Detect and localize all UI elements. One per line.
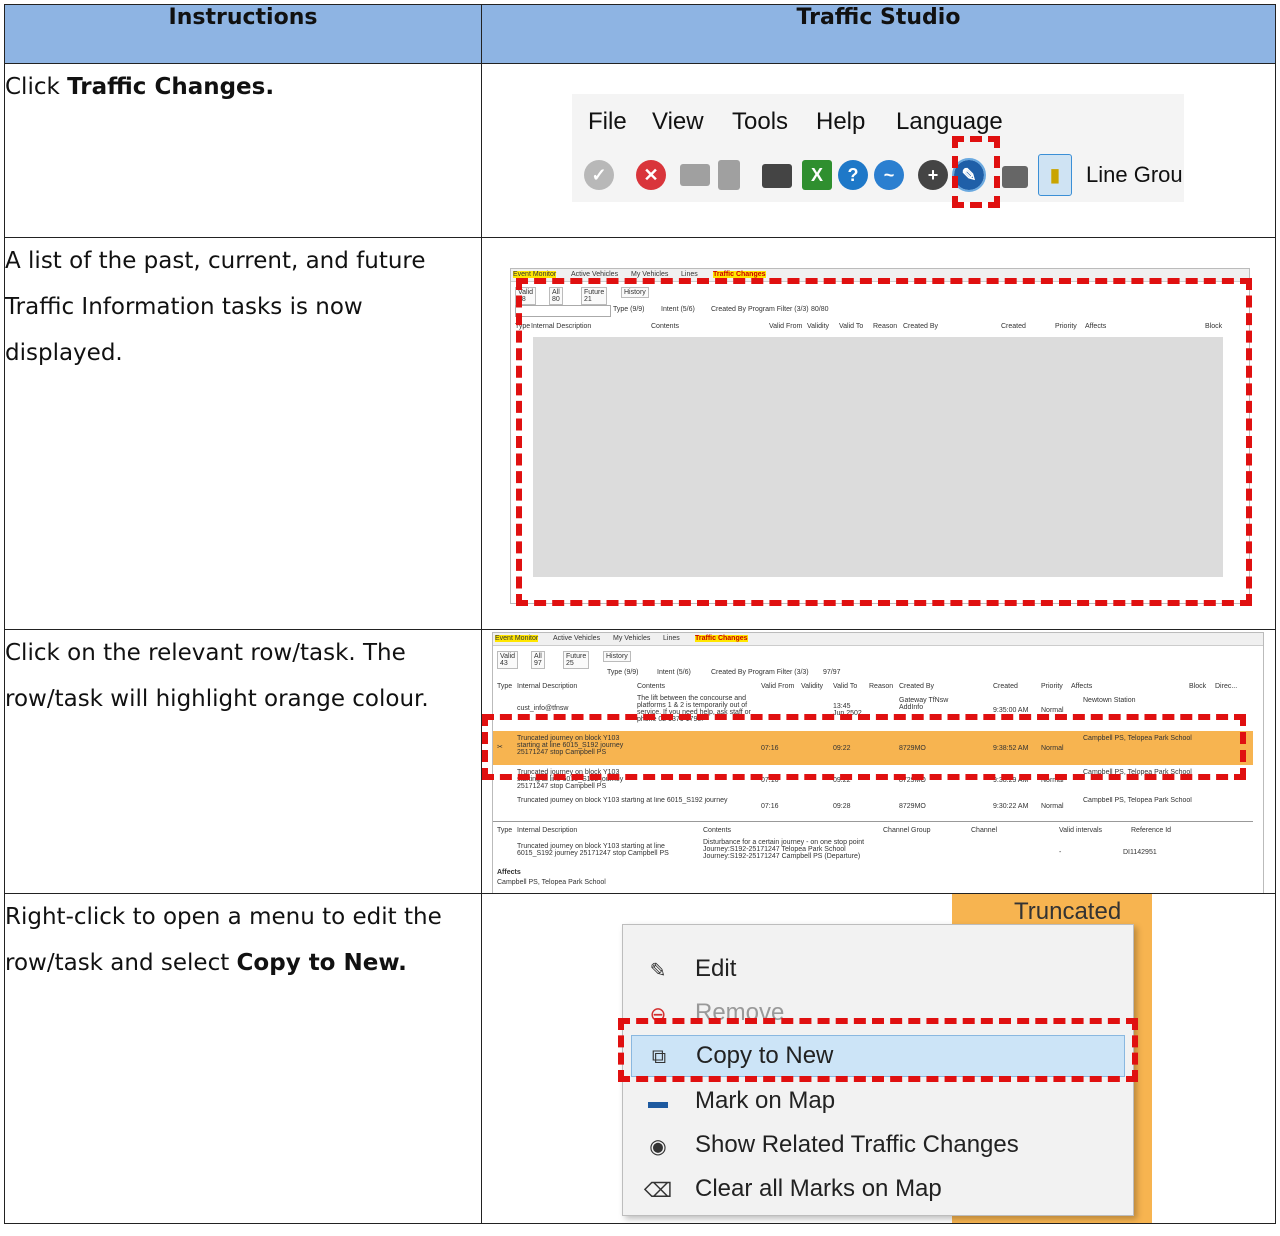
detail-col-type: Type [497, 827, 513, 834]
header-instructions: Instructions [4, 4, 482, 64]
type-filter[interactable]: Type (9/9) [607, 669, 639, 676]
col-priority: Priority [1041, 683, 1063, 690]
tab-event-monitor[interactable]: Event Monitor [495, 635, 539, 642]
step-1-screenshot: File View Tools Help Language ✓ ✕ X ? ~ … [481, 63, 1276, 238]
tab-event-monitor[interactable]: Event Monitor [513, 271, 557, 278]
tab-lines[interactable]: Lines [663, 635, 680, 642]
tab-my-vehicles[interactable]: My Vehicles [613, 635, 650, 642]
help-icon[interactable]: ? [838, 160, 868, 190]
monitor-icon[interactable]: ~ [874, 160, 904, 190]
tab-traffic-changes[interactable]: Traffic Changes [713, 271, 766, 278]
pencil-icon: ✎ [649, 959, 667, 982]
step-4-screenshot: Truncated ✎ Edit ⊖ Remove ⧉ Copy to New … [481, 893, 1276, 1224]
row-count: 97/97 [823, 669, 841, 676]
col-contents: Contents [637, 683, 666, 690]
col-created-by: Created By [899, 683, 935, 690]
detail-col-description: Internal Description [517, 827, 578, 834]
col-valid-from: Valid From [761, 683, 795, 690]
tab-active-vehicles[interactable]: Active Vehicles [571, 271, 618, 278]
clear-icon: ⌫ [643, 1179, 673, 1202]
toolbar-screenshot: File View Tools Help Language ✓ ✕ X ? ~ … [572, 94, 1184, 202]
detail-col-valid-intervals: Valid intervals [1059, 827, 1103, 834]
col-validity: Validity [801, 683, 824, 690]
menu-item-show-related[interactable]: ◉ Show Related Traffic Changes [623, 1125, 1133, 1165]
excel-icon[interactable]: X [802, 160, 832, 190]
eye-icon: ◉ [649, 1135, 667, 1158]
menu-help[interactable]: Help [816, 108, 865, 136]
highlight-box [618, 1018, 1138, 1082]
step-1-text: Click Traffic Changes. [4, 63, 482, 238]
col-reason: Reason [869, 683, 894, 690]
table-row[interactable]: Truncated journey on block Y103 starting… [493, 797, 1253, 813]
step-3-text: Click on the relevant row/task. The row/… [4, 629, 482, 894]
col-block: Block [1189, 683, 1207, 690]
col-affects: Affects [1071, 683, 1093, 690]
line-group-label[interactable]: Line Grou [1086, 162, 1183, 188]
header-traffic-studio: Traffic Studio [481, 4, 1276, 64]
check-icon[interactable]: ✓ [584, 160, 614, 190]
tab-future[interactable]: Future 25 [563, 651, 590, 669]
intent-filter[interactable]: Intent (5/6) [657, 669, 691, 676]
tab-history[interactable]: History [603, 651, 631, 662]
detail-col-contents: Contents [703, 827, 732, 834]
highlight-box [516, 278, 1252, 606]
affects-value: Campbell PS, Telopea Park School [497, 879, 606, 886]
vehicle-icon[interactable] [1002, 166, 1028, 188]
col-direction: Direc... [1215, 683, 1238, 690]
menu-language[interactable]: Language [896, 108, 1003, 136]
detail-valid: - [1059, 849, 1062, 856]
menu-view[interactable]: View [652, 108, 704, 136]
map-icon: ▬ [648, 1090, 668, 1113]
print-icon[interactable] [762, 164, 792, 188]
menu-item-clear-marks[interactable]: ⌫ Clear all Marks on Map [623, 1169, 1133, 1209]
tab-active-vehicles[interactable]: Active Vehicles [553, 635, 600, 642]
detail-contents: Disturbance for a certain journey - on o… [703, 839, 865, 860]
affects-label: Affects [497, 869, 521, 876]
col-created: Created [993, 683, 1018, 690]
col-type: Type [497, 683, 513, 690]
tab-all[interactable]: All 97 [531, 651, 545, 669]
line-group-icon[interactable]: ▮ [1038, 154, 1072, 196]
step-2-screenshot: Event Monitor Active Vehicles My Vehicle… [481, 237, 1276, 630]
cancel-icon[interactable]: ✕ [636, 160, 666, 190]
folder-icon[interactable] [680, 164, 710, 186]
highlight-box [952, 136, 1000, 208]
col-internal-description: Internal Description [517, 683, 578, 690]
save-icon[interactable] [718, 160, 740, 190]
instruction-table: Instructions Traffic Studio Click Traffi… [4, 4, 1276, 1224]
menu-item-mark-on-map[interactable]: ▬ Mark on Map [623, 1081, 1133, 1121]
col-valid-to: Valid To [833, 683, 858, 690]
tab-valid[interactable]: Valid 43 [497, 651, 519, 669]
menu-item-edit[interactable]: ✎ Edit [623, 949, 1133, 989]
step-4-text: Right-click to open a menu to edit the r… [4, 893, 482, 1224]
step-3-screenshot: Event Monitor Active Vehicles My Vehicle… [481, 629, 1276, 894]
detail-col-reference: Reference Id [1131, 827, 1172, 834]
tab-traffic-changes[interactable]: Traffic Changes [695, 635, 748, 642]
menu-tools[interactable]: Tools [732, 108, 788, 136]
tab-my-vehicles[interactable]: My Vehicles [631, 271, 668, 278]
created-by-filter[interactable]: Created By Program Filter (3/3) [711, 669, 809, 676]
tab-lines[interactable]: Lines [681, 271, 698, 278]
highlight-box [482, 714, 1246, 780]
detail-description: Truncated journey on block Y103 starting… [517, 843, 669, 857]
new-traffic-change-icon[interactable]: + [918, 160, 948, 190]
step-2-text: A list of the past, current, and future … [4, 237, 482, 630]
detail-reference-id: DI1142951 [1123, 849, 1157, 856]
detail-col-channel-group: Channel Group [883, 827, 931, 834]
detail-col-channel: Channel [971, 827, 998, 834]
menu-file[interactable]: File [588, 108, 627, 136]
